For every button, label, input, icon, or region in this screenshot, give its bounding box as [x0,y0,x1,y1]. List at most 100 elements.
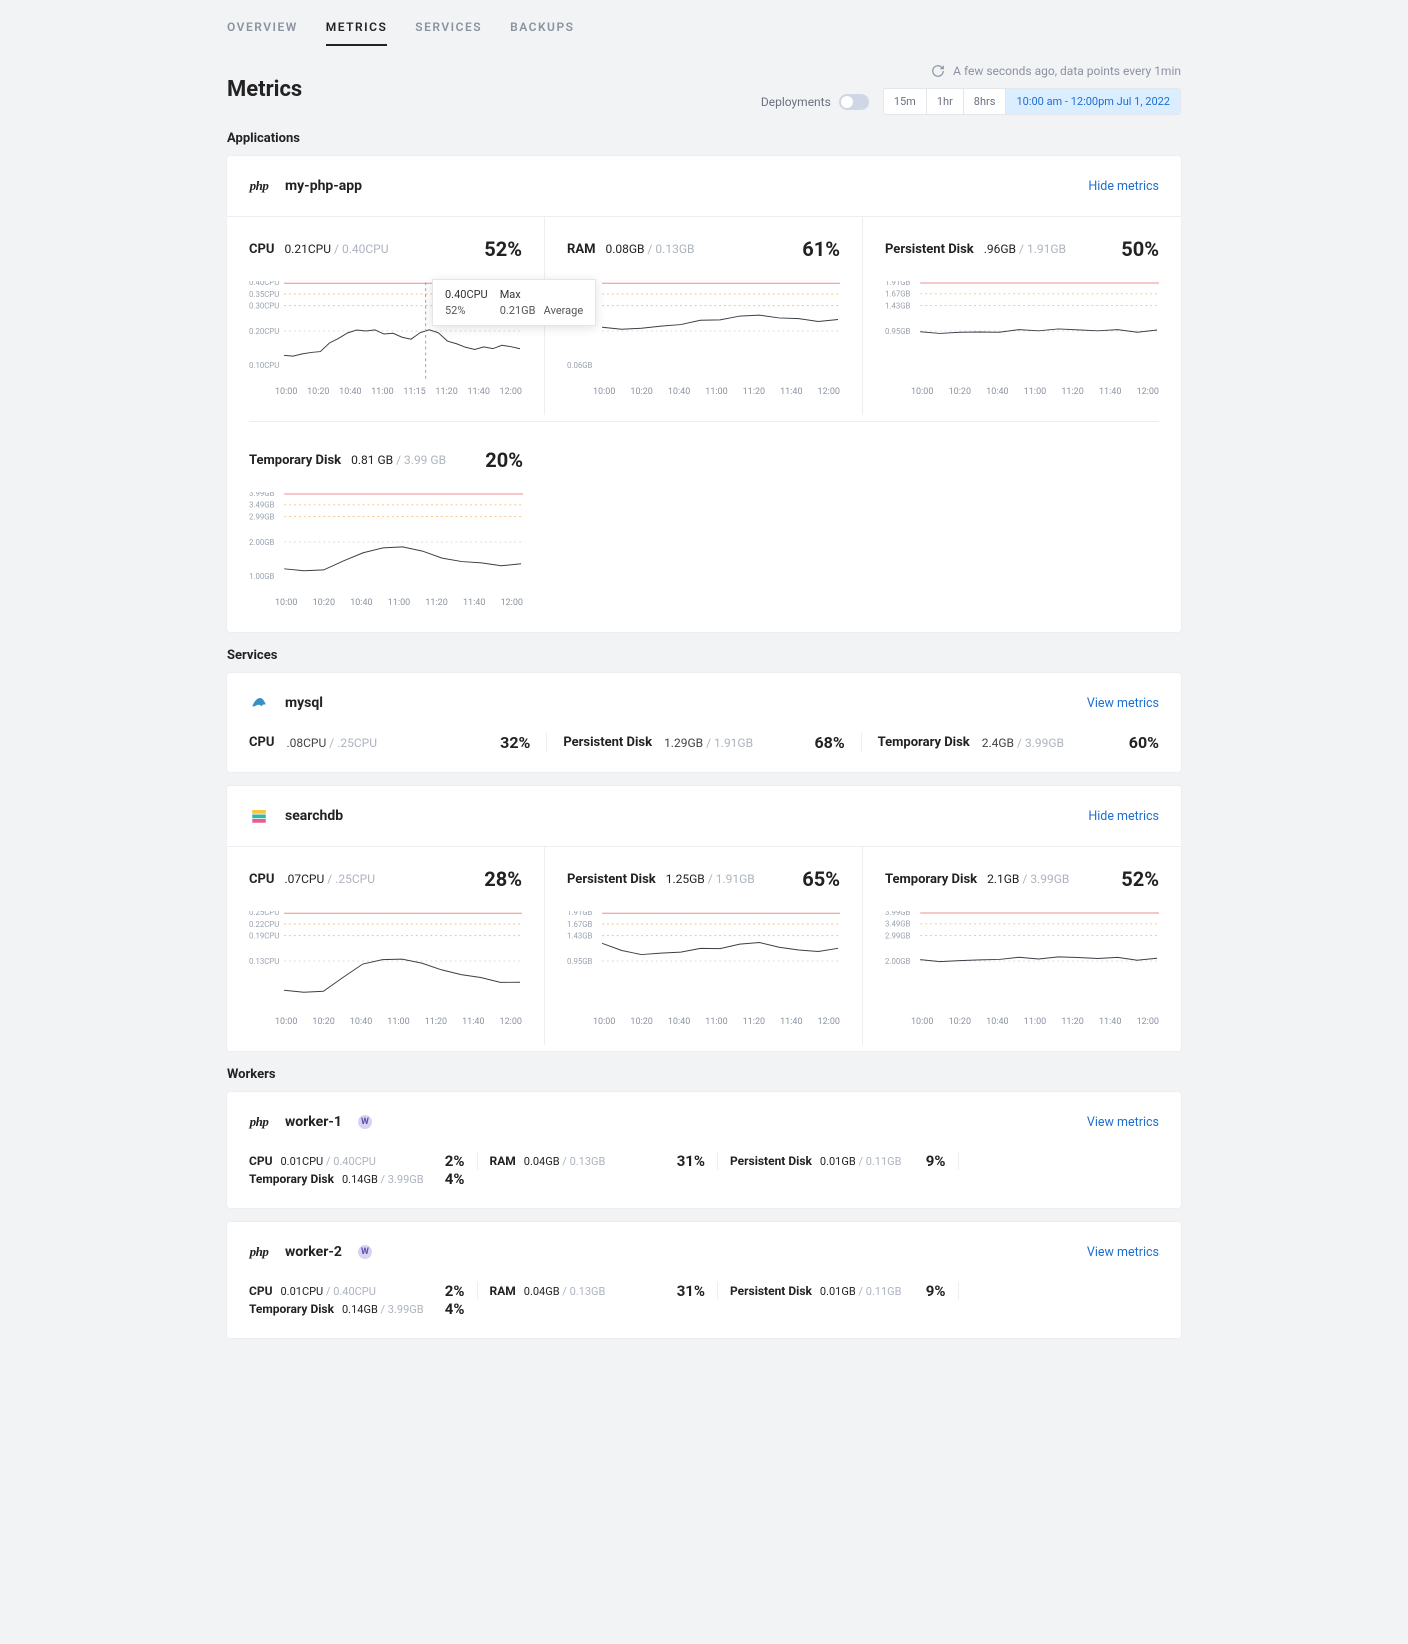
view-metrics-link[interactable]: View metrics [1087,696,1159,711]
chart-tooltip: 0.40CPUMax 52%0.21GB Average [432,279,596,326]
chart-app-tdisk: Temporary Disk 0.81 GB / 3.99 GB 20% 3.9… [227,428,545,626]
chart-pct: 50% [1121,237,1159,261]
chart-current: .96GB / 1.91GB [984,242,1066,256]
worker-badge-icon: W [358,1115,372,1129]
svg-text:2.00GB: 2.00GB [249,538,275,547]
chart-title: Temporary Disk [249,453,341,468]
svg-text:0.95GB: 0.95GB [885,327,911,336]
refresh-icon[interactable] [931,64,945,78]
svg-text:0.06GB: 0.06GB [567,361,593,370]
x-axis: 10:0010:2010:4011:0011:2011:4012:00 [885,381,1159,411]
x-axis: 10:0010:2010:4011:0011:2011:4012:00 [249,592,523,622]
svg-text:2.99GB: 2.99GB [249,512,275,521]
metric-summary: Persistent Disk 1.29GB / 1.91GB 68% [563,733,861,752]
metric-summary: CPU0.01CPU / 0.40CPU2% [249,1152,478,1170]
section-applications: Applications [227,131,1181,146]
app-card-my-php-app: php my-php-app Hide metrics CPU 0.21CPU … [227,156,1181,632]
chart-title: CPU [249,242,274,257]
php-icon: php [249,1242,269,1262]
svg-text:2.00GB: 2.00GB [885,957,911,966]
metric-summary: CPU0.01CPU / 0.40CPU2% [249,1282,478,1300]
elasticsearch-icon [249,806,269,826]
svg-text:0.10CPU: 0.10CPU [249,361,279,370]
metric-summary: Persistent Disk0.01GB / 0.11GB9% [730,1152,959,1170]
chart-pct: 61% [802,237,840,261]
hide-metrics-link[interactable]: Hide metrics [1088,179,1159,194]
deployments-toggle[interactable]: Deployments [761,94,869,110]
chart-title: Persistent Disk [885,242,974,257]
metric-summary: CPU .08CPU / .25CPU 32% [249,733,547,752]
svg-text:3.99GB: 3.99GB [885,911,911,917]
svg-text:3.49GB: 3.49GB [249,501,275,510]
metric-summary: Temporary Disk 2.4GB / 3.99GB 60% [878,733,1159,752]
metric-summary: Temporary Disk0.14GB / 3.99GB4% [249,1170,465,1188]
service-card-mysql: mysql View metrics CPU .08CPU / .25CPU 3… [227,673,1181,772]
metric-summary: Persistent Disk0.01GB / 0.11GB9% [730,1282,959,1300]
deployments-label: Deployments [761,95,831,109]
metric-summary: RAM0.04GB / 0.13GB31% [490,1152,719,1170]
tabs: OVERVIEW METRICS SERVICES BACKUPS [209,0,1199,46]
tab-backups[interactable]: BACKUPS [510,20,574,46]
svg-text:0.20CPU: 0.20CPU [249,327,279,336]
svg-text:0.19CPU: 0.19CPU [249,932,279,941]
mysql-icon [249,693,269,713]
service-name: mysql [285,695,323,711]
chart-current: .07CPU / .25CPU [284,872,375,886]
tab-overview[interactable]: OVERVIEW [227,20,298,46]
svg-text:3.49GB: 3.49GB [885,920,911,929]
chart-current: 1.25GB / 1.91GB [666,872,755,886]
svg-text:1.00GB: 1.00GB [249,572,275,581]
x-axis: 10:0010:2010:4011:0011:2011:4012:00 [567,1011,840,1041]
section-workers: Workers [227,1067,1181,1082]
worker-card-1: php worker-1 W View metrics CPU0.01CPU /… [227,1092,1181,1208]
svg-text:0.13CPU: 0.13CPU [249,957,279,966]
section-services: Services [227,648,1181,663]
svg-text:0.35CPU: 0.35CPU [249,290,279,299]
svg-text:1.91GB: 1.91GB [885,281,911,287]
seg-custom[interactable]: 10:00 am - 12:00pm Jul 1, 2022 [1006,89,1180,114]
tab-services[interactable]: SERVICES [415,20,482,46]
chart-current: 0.08GB / 0.13GB [605,242,694,256]
chart-pct: 28% [484,867,522,891]
php-icon: php [249,1112,269,1132]
seg-8hrs[interactable]: 8hrs [964,89,1007,114]
chart-pct: 20% [485,448,523,472]
chart-app-pdisk: Persistent Disk .96GB / 1.91GB 50% 1.91G… [863,217,1181,415]
worker-card-2: php worker-2 W View metrics CPU0.01CPU /… [227,1222,1181,1338]
hide-metrics-link[interactable]: Hide metrics [1088,809,1159,824]
x-axis: 10:0010:2010:4011:0011:2011:4012:00 [249,1011,522,1041]
worker-name: worker-1 [285,1114,342,1130]
service-card-searchdb: searchdb Hide metrics CPU .07CPU / .25CP… [227,786,1181,1051]
svg-text:3.99GB: 3.99GB [249,492,275,498]
chart-title: Temporary Disk [885,872,977,887]
page-title: Metrics [227,77,302,102]
chart-current: 0.21CPU / 0.40CPU [284,242,388,256]
view-metrics-link[interactable]: View metrics [1087,1245,1159,1260]
x-axis: 10:0010:2010:4011:0011:2011:4012:00 [567,381,840,411]
chart-pct: 52% [1121,867,1159,891]
svg-text:0.30CPU: 0.30CPU [249,302,279,311]
seg-1hr[interactable]: 1hr [927,89,964,114]
time-range-segments: 15m 1hr 8hrs 10:00 am - 12:00pm Jul 1, 2… [883,88,1181,115]
chart-title: RAM [567,242,595,257]
metric-summary: Temporary Disk0.14GB / 3.99GB4% [249,1300,465,1318]
view-metrics-link[interactable]: View metrics [1087,1115,1159,1130]
chart-current: 0.81 GB / 3.99 GB [351,453,446,467]
chart-searchdb-pdisk: Persistent Disk 1.25GB / 1.91GB 65% 1.91… [545,847,863,1045]
service-name: searchdb [285,808,343,824]
svg-text:0.40CPU: 0.40CPU [249,281,279,287]
toggle-icon[interactable] [839,94,869,110]
svg-text:1.67GB: 1.67GB [567,920,593,929]
chart-pct: 52% [484,237,522,261]
svg-text:1.91GB: 1.91GB [567,911,593,917]
chart-title: CPU [249,872,274,887]
svg-text:1.43GB: 1.43GB [567,932,593,941]
seg-15m[interactable]: 15m [884,89,927,114]
svg-text:0.25CPU: 0.25CPU [249,911,279,917]
svg-text:1.43GB: 1.43GB [885,301,911,310]
tab-metrics[interactable]: METRICS [326,20,388,46]
chart-app-cpu: CPU 0.21CPU / 0.40CPU 52% 0.40CPU 0.35CPU… [227,217,545,415]
svg-text:1.67GB: 1.67GB [885,290,911,299]
refresh-text: A few seconds ago, data points every 1mi… [953,64,1181,78]
x-axis: 10:0010:2010:4011:0011:1511:2011:4012:00 [249,381,522,411]
